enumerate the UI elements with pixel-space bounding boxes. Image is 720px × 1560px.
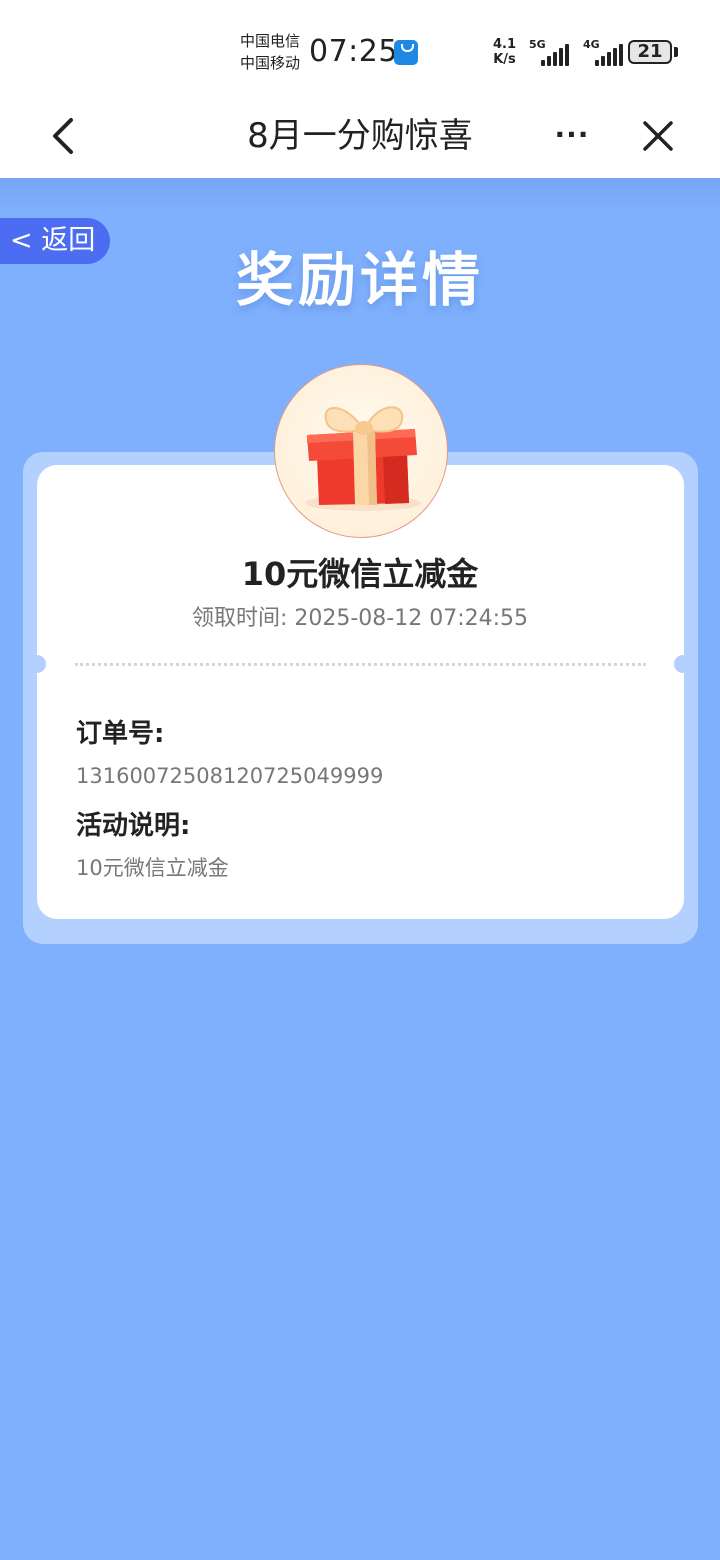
- order-number-value: 1316007250812072504999​9: [76, 764, 384, 788]
- activity-description-label: 活动说明:: [76, 811, 191, 841]
- claim-time-value: 2025-08-12 07:24:55: [294, 606, 529, 631]
- battery-level: 21: [637, 41, 663, 62]
- network-speed: 4.1 K/s: [493, 37, 516, 67]
- order-number-label: 订单号:: [76, 719, 165, 749]
- battery-icon: 21: [628, 40, 672, 64]
- battery-cap: [674, 47, 678, 57]
- nav-shadow: [0, 178, 720, 214]
- claim-time-label: 领取时间:: [191, 606, 288, 631]
- card-notch-right: [674, 655, 692, 673]
- page-title: 奖励详情: [235, 246, 484, 314]
- status-bar: 中国电信 中国移动 07:25 4.1 K/s 5G 4G 21: [0, 0, 720, 96]
- network-speed-value: 4.1: [493, 37, 517, 52]
- shopping-bag-icon: [394, 40, 418, 65]
- close-icon[interactable]: [636, 114, 680, 158]
- back-button[interactable]: < 返回: [0, 218, 110, 264]
- carrier-info: 中国电信 中国移动: [240, 30, 300, 74]
- activity-description-value: 10元微信立减金: [76, 856, 229, 880]
- nav-title: 8月一分购惊喜: [247, 116, 473, 156]
- dotted-divider: [75, 663, 646, 666]
- network-speed-unit: K/s: [493, 52, 516, 67]
- nav-bar: 8月一分购惊喜 ···: [0, 96, 720, 178]
- signal-5g-icon: 5G: [529, 38, 575, 66]
- card-notch-left: [28, 655, 46, 673]
- carrier-1: 中国电信: [240, 32, 301, 50]
- claim-time: 领取时间: 2025-08-12 07:24:55: [0, 604, 720, 634]
- clock: 07:25: [309, 34, 398, 69]
- signal-4g-icon: 4G: [583, 38, 623, 66]
- carrier-2: 中国移动: [240, 54, 301, 72]
- back-arrow-icon[interactable]: [44, 114, 88, 158]
- reward-name: 10元微信立减金: [241, 555, 479, 593]
- gift-icon: [274, 364, 448, 538]
- more-icon[interactable]: ···: [552, 118, 592, 154]
